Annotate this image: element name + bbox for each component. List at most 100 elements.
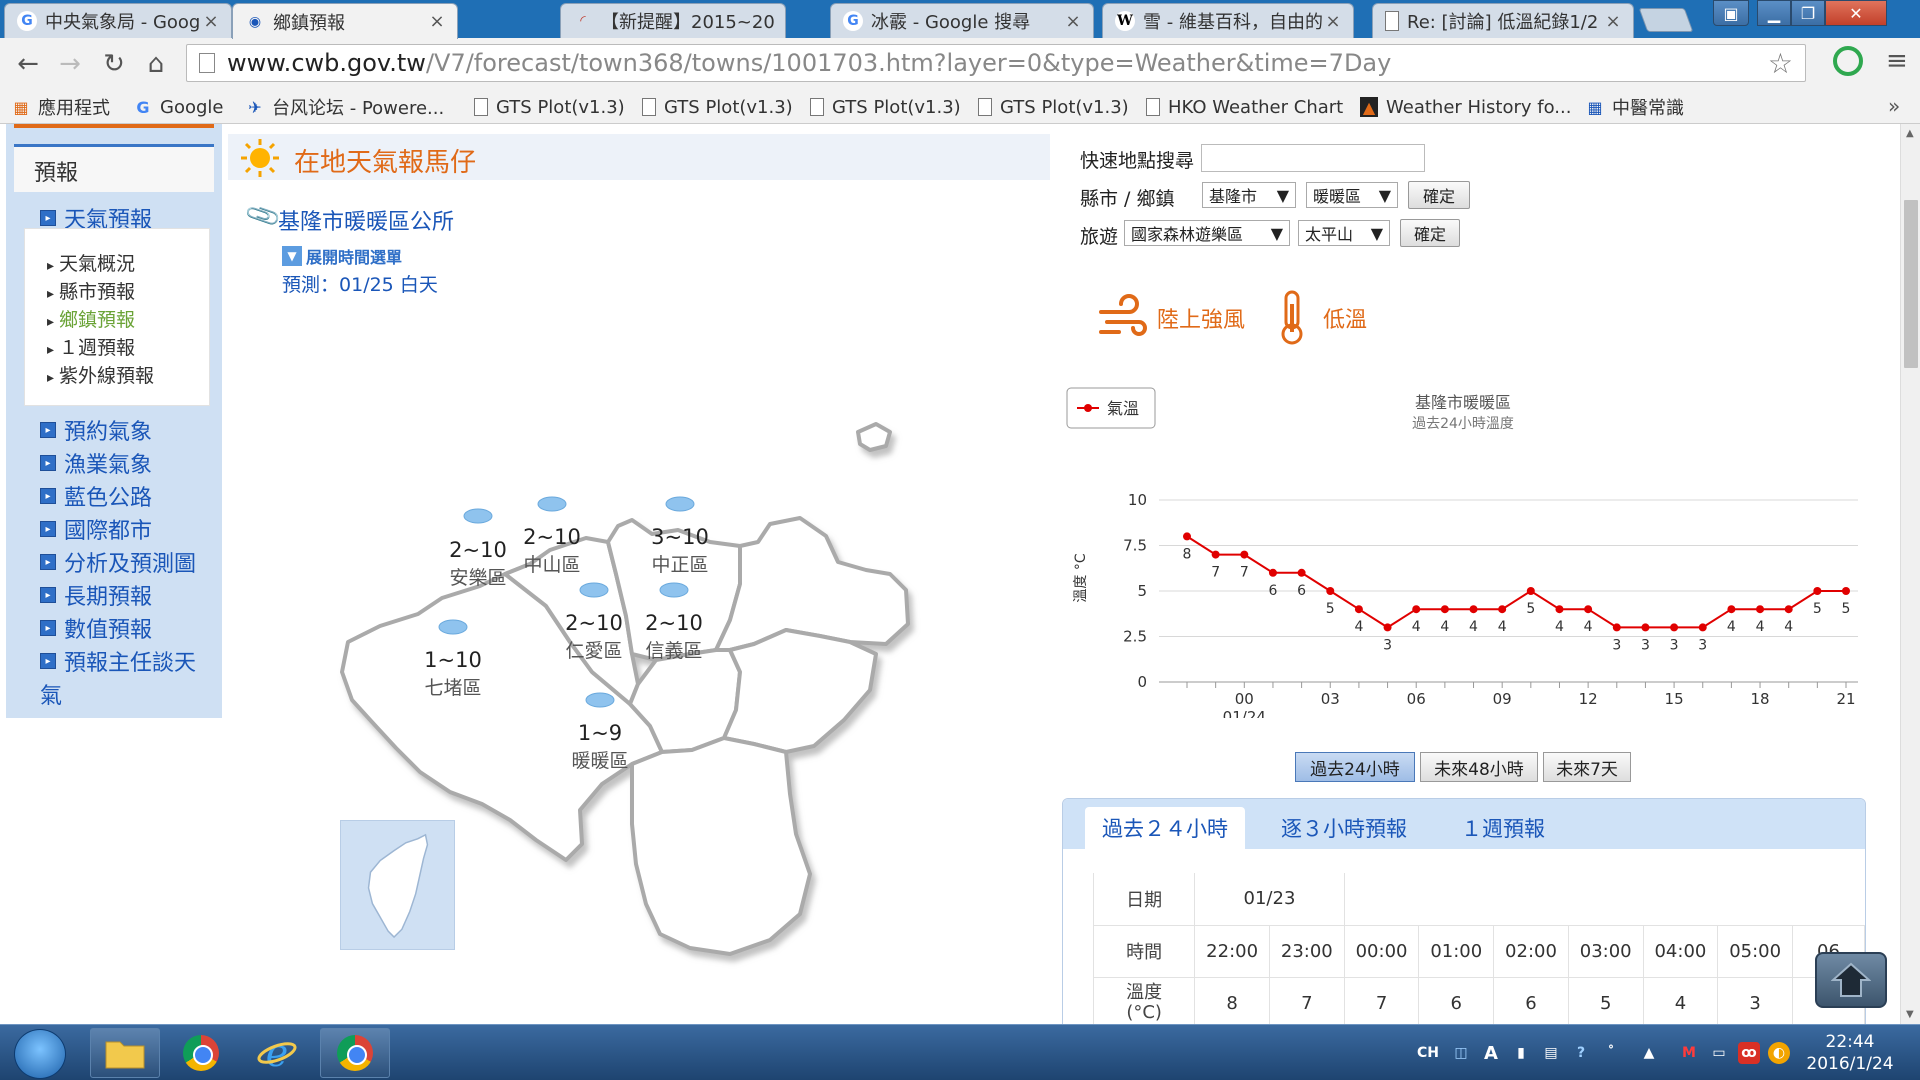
windows-start-button[interactable]	[14, 1029, 66, 1079]
bookmark-gts-plot-3[interactable]: GTS Plot(v1.3)	[810, 94, 961, 120]
county-select[interactable]: 基隆市 ▼	[1202, 182, 1296, 208]
travel-category-select[interactable]: 國家森林遊樂區 ▼	[1124, 220, 1290, 246]
chart-legend[interactable]: 氣溫	[1066, 387, 1156, 429]
sidebar-sub-overview[interactable]: 天氣概況	[47, 249, 135, 276]
acrobat-icon[interactable]: ꝏ	[1738, 1042, 1760, 1064]
tab-ptt-low-temp[interactable]: Re: [討論] 低溫紀錄1/2 ×	[1372, 3, 1634, 38]
volume-icon[interactable]: ◐	[1768, 1042, 1790, 1064]
back-to-top-button[interactable]	[1815, 952, 1887, 1008]
taskbar-internet-explorer[interactable]: e	[242, 1028, 312, 1078]
forward-arrow-icon[interactable]: →	[52, 46, 88, 82]
ime-options-icon[interactable]: ˚	[1600, 1042, 1622, 1064]
bookmarks-overflow-icon[interactable]: »	[1888, 94, 1900, 118]
sidebar-sub-uv[interactable]: 紫外線預報	[47, 361, 154, 388]
bookmark-gts-plot-2[interactable]: GTS Plot(v1.3)	[642, 94, 793, 120]
tab-3-hourly[interactable]: 逐３小時預報	[1269, 807, 1419, 849]
x-tick-label: 18	[1750, 690, 1769, 708]
tab-town-forecast[interactable]: ◉ 鄉鎮預報 ×	[232, 3, 458, 39]
fullwidth-icon[interactable]: ▮	[1510, 1042, 1532, 1064]
back-arrow-icon[interactable]: ←	[10, 46, 46, 82]
data-point	[1268, 568, 1277, 577]
bookmark-apps[interactable]: ▦ 應用程式	[12, 94, 110, 120]
help-icon[interactable]: ?	[1570, 1042, 1592, 1064]
minimize-button[interactable]: ▁	[1757, 0, 1791, 26]
quick-search-input[interactable]	[1201, 144, 1425, 172]
range-next-48h-button[interactable]: 未來48小時	[1420, 752, 1538, 782]
address-bar[interactable]: www.cwb.gov.tw/V7/forecast/town368/towns…	[186, 44, 1806, 82]
scrollbar-thumb[interactable]	[1904, 200, 1918, 368]
close-icon[interactable]: ×	[427, 11, 447, 32]
temp-cell: 4	[1643, 977, 1719, 1024]
sidebar-sub-week[interactable]: １週預報	[47, 333, 135, 360]
tab-past-24h[interactable]: 過去２４小時	[1085, 807, 1245, 849]
sidebar-item-world-cities[interactable]: ▸ 國際都市	[40, 513, 152, 545]
chrome-menu-icon[interactable]: ≡	[1886, 48, 1908, 74]
home-icon[interactable]: ⌂	[138, 46, 174, 82]
time-cell: 03:00	[1568, 925, 1644, 978]
bookmark-hko-chart[interactable]: HKO Weather Chart	[1146, 94, 1343, 120]
bookmark-tcm[interactable]: ▦ 中醫常識	[1586, 94, 1684, 120]
system-clock[interactable]: 22:44 2016/1/24	[1800, 1031, 1900, 1075]
low-temp-label[interactable]: 低溫	[1323, 302, 1367, 334]
network-icon[interactable]: ▭	[1708, 1042, 1730, 1064]
close-icon[interactable]: ×	[1063, 11, 1083, 32]
sidebar-item-forecaster-talk-wrap[interactable]: 氣	[40, 678, 62, 710]
range-past-24h-button[interactable]: 過去24小時	[1295, 752, 1415, 782]
extension-icon[interactable]	[1833, 46, 1863, 76]
gmail-icon[interactable]: M	[1678, 1042, 1700, 1064]
close-icon[interactable]: ×	[1603, 11, 1623, 32]
new-tab-button[interactable]	[1638, 8, 1694, 32]
sidebar-sub-county[interactable]: 縣市預報	[47, 277, 135, 304]
sidebar-item-fishery[interactable]: ▸ 漁業氣象	[40, 447, 152, 479]
tab-google-search-graupel[interactable]: G 冰霰 - Google 搜尋 ×	[830, 3, 1094, 38]
bookmark-weather-history[interactable]: ▲ Weather History fo...	[1360, 94, 1571, 120]
close-icon[interactable]: ×	[201, 11, 221, 32]
keyboard-icon[interactable]: ▤	[1540, 1042, 1562, 1064]
close-icon[interactable]: ×	[1323, 11, 1343, 32]
bookmark-gts-plot-1[interactable]: GTS Plot(v1.3)	[474, 94, 625, 120]
scroll-up-icon[interactable]: ▲	[1906, 128, 1914, 139]
bookmark-gts-plot-4[interactable]: GTS Plot(v1.3)	[978, 94, 1129, 120]
ime-icon[interactable]: ◫	[1450, 1042, 1472, 1064]
sidebar-sub-town[interactable]: 鄉鎮預報	[47, 305, 135, 332]
user-profile-icon[interactable]: ▣	[1713, 0, 1749, 26]
travel-confirm-button[interactable]: 確定	[1400, 219, 1460, 247]
tab-wikipedia-snow[interactable]: W 雪 - 維基百科，自由的 ×	[1102, 3, 1354, 38]
sidebar-item-numerical[interactable]: ▸ 數值預報	[40, 612, 152, 644]
language-indicator[interactable]: CH	[1414, 1042, 1442, 1064]
sidebar-item-analysis-charts[interactable]: ▸ 分析及預測圖	[40, 546, 196, 578]
tab-forum-reminder[interactable]: ◜ 【新提醒】2015~2016	[560, 3, 786, 38]
tab-google-search-cwb[interactable]: G 中央氣象局 - Google 搜 ×	[4, 3, 232, 38]
district-shape-nuannuan[interactable]	[630, 736, 812, 956]
taiwan-locator-map[interactable]	[340, 820, 455, 950]
range-next-7d-button[interactable]: 未來7天	[1543, 752, 1631, 782]
thermometer-icon[interactable]	[1277, 290, 1307, 346]
sidebar-item-long-range[interactable]: ▸ 長期預報	[40, 579, 152, 611]
district-shape-zhongzheng[interactable]	[714, 516, 910, 652]
taskbar-chrome-pinned[interactable]	[166, 1028, 236, 1078]
maximize-button[interactable]: ❐	[1791, 0, 1825, 26]
sidebar-item-forecaster-talk[interactable]: ▸ 預報主任談天	[40, 645, 196, 677]
time-menu-toggle[interactable]: ▼ 展開時間選單	[282, 244, 402, 268]
county-confirm-button[interactable]: 確定	[1408, 181, 1470, 209]
show-hidden-icons[interactable]: ▲	[1638, 1042, 1660, 1064]
page-scrollbar[interactable]: ▲ ▼	[1900, 124, 1920, 1024]
district-shape-xinyi[interactable]	[722, 628, 878, 754]
strong-wind-label[interactable]: 陸上強風	[1157, 302, 1245, 334]
strong-wind-icon[interactable]	[1099, 294, 1151, 338]
reload-icon[interactable]: ↻	[96, 46, 132, 82]
taskbar-chrome-active[interactable]	[320, 1028, 390, 1078]
town-select[interactable]: 暖暖區 ▼	[1306, 182, 1398, 208]
bookmark-star-icon[interactable]: ☆	[1768, 47, 1793, 80]
font-a-icon[interactable]: A	[1480, 1042, 1502, 1064]
taskbar-file-explorer[interactable]	[90, 1028, 160, 1078]
temperature-chart: 氣溫 基隆市暖暖區 過去24小時溫度 溫度 °C 02.557.51000 03 0…	[1066, 387, 1858, 718]
close-window-button[interactable]: ✕	[1825, 0, 1887, 26]
sidebar-item-reservation[interactable]: ▸ 預約氣象	[40, 414, 152, 446]
bookmark-typhoon-forum[interactable]: ✈ 台风论坛 - Powere...	[246, 94, 444, 120]
travel-spot-select[interactable]: 太平山 ▼	[1298, 220, 1390, 246]
tab-weekly[interactable]: １週預報	[1443, 807, 1563, 849]
scroll-down-icon[interactable]: ▼	[1906, 1009, 1914, 1020]
bookmark-google[interactable]: G Google	[134, 94, 223, 120]
sidebar-item-blue-highway[interactable]: ▸ 藍色公路	[40, 480, 152, 512]
